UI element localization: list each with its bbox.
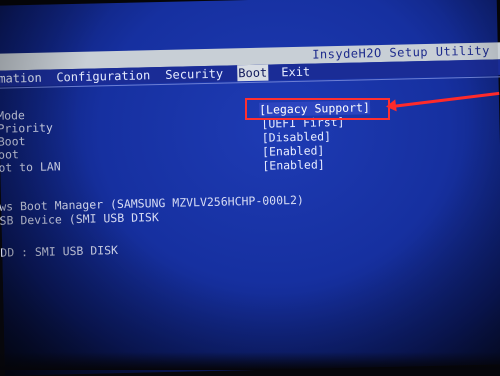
monitor-bezel-bottom [0,352,500,370]
bios-screen: InsydeH2O Setup Utility mation Configura… [0,0,500,376]
setting-label-boot-priority: Priority [0,120,54,136]
menu-configuration[interactable]: Configuration [56,67,150,85]
setting-label-pxe-boot: ot to LAN [0,159,61,175]
boot-device-usb[interactable]: SB Device (SMI USB DISK [0,210,159,228]
setting-value-usb-boot[interactable]: [Enabled] [262,143,325,158]
annotation-arrow-icon [385,99,397,113]
menu-security[interactable]: Security [165,66,223,83]
window-title: InsydeH2O Setup Utility [312,43,491,62]
menu-boot[interactable]: Boot [237,64,269,82]
setting-value-pxe-boot[interactable]: [Enabled] [262,157,325,172]
menu-information[interactable]: mation [0,70,42,87]
menu-exit[interactable]: Exit [281,64,310,81]
boot-device-hdd[interactable]: DD : SMI USB DISK [0,243,118,260]
annotation-highlight-box [245,98,390,120]
